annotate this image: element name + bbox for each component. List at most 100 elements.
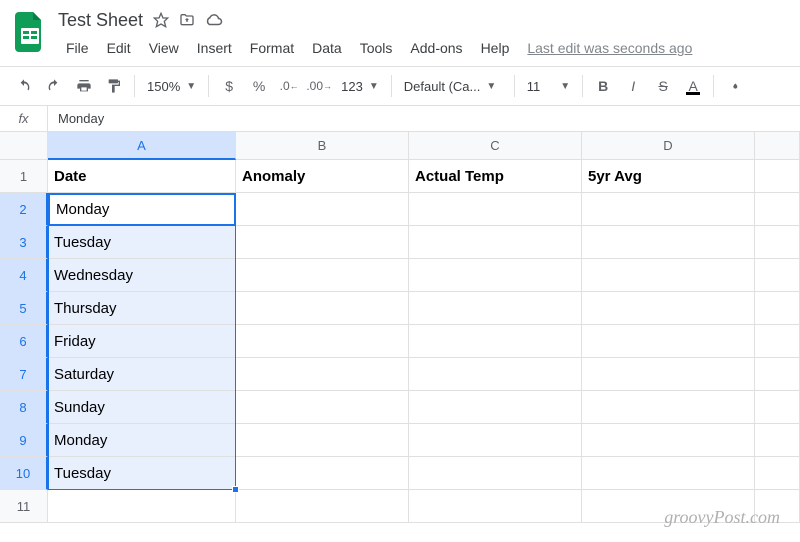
cell-C11[interactable]	[409, 490, 582, 523]
fill-color-button[interactable]	[720, 72, 748, 100]
cell-E11[interactable]	[755, 490, 800, 523]
menu-view[interactable]: View	[141, 36, 187, 60]
cell-D6[interactable]	[582, 325, 755, 358]
cloud-status-icon[interactable]	[205, 11, 223, 29]
cell-C7[interactable]	[409, 358, 582, 391]
row-header-3[interactable]: 3	[0, 226, 48, 259]
redo-button[interactable]	[40, 72, 68, 100]
row-header-8[interactable]: 8	[0, 391, 48, 424]
cell-A9[interactable]: Monday	[48, 424, 236, 457]
cell-A6[interactable]: Friday	[48, 325, 236, 358]
cell-C1[interactable]: Actual Temp	[409, 160, 582, 193]
select-all-corner[interactable]	[0, 132, 48, 160]
col-header-d[interactable]: D	[582, 132, 755, 160]
cell-E5[interactable]	[755, 292, 800, 325]
row-header-5[interactable]: 5	[0, 292, 48, 325]
row-header-2[interactable]: 2	[0, 193, 48, 226]
cell-B6[interactable]	[236, 325, 409, 358]
menu-format[interactable]: Format	[242, 36, 302, 60]
cell-B9[interactable]	[236, 424, 409, 457]
menu-data[interactable]: Data	[304, 36, 350, 60]
row-header-4[interactable]: 4	[0, 259, 48, 292]
cell-A5[interactable]: Thursday	[48, 292, 236, 325]
cell-E10[interactable]	[755, 457, 800, 490]
cell-B10[interactable]	[236, 457, 409, 490]
cell-C6[interactable]	[409, 325, 582, 358]
decrease-decimal-button[interactable]: .0←	[275, 72, 303, 100]
cell-E4[interactable]	[755, 259, 800, 292]
cell-A7[interactable]: Saturday	[48, 358, 236, 391]
font-size-select[interactable]: 11▼	[521, 72, 576, 100]
cell-E3[interactable]	[755, 226, 800, 259]
menu-file[interactable]: File	[58, 36, 97, 60]
cell-B2[interactable]	[236, 193, 409, 226]
cell-B8[interactable]	[236, 391, 409, 424]
row-header-9[interactable]: 9	[0, 424, 48, 457]
print-button[interactable]	[70, 72, 98, 100]
cell-E9[interactable]	[755, 424, 800, 457]
text-color-button[interactable]: A	[679, 72, 707, 100]
fx-input[interactable]: Monday	[48, 111, 800, 126]
cell-C4[interactable]	[409, 259, 582, 292]
cell-D7[interactable]	[582, 358, 755, 391]
col-header-e[interactable]	[755, 132, 800, 160]
percent-button[interactable]: %	[245, 72, 273, 100]
cell-B11[interactable]	[236, 490, 409, 523]
cell-D5[interactable]	[582, 292, 755, 325]
cell-D8[interactable]	[582, 391, 755, 424]
zoom-select[interactable]: 150%▼	[141, 72, 202, 100]
col-header-c[interactable]: C	[409, 132, 582, 160]
cell-A8[interactable]: Sunday	[48, 391, 236, 424]
font-select[interactable]: Default (Ca...▼	[398, 72, 508, 100]
cell-B3[interactable]	[236, 226, 409, 259]
cell-D2[interactable]	[582, 193, 755, 226]
cell-A11[interactable]	[48, 490, 236, 523]
paint-format-button[interactable]	[100, 72, 128, 100]
star-icon[interactable]	[153, 12, 169, 28]
cell-A1[interactable]: Date	[48, 160, 236, 193]
cell-D11[interactable]	[582, 490, 755, 523]
col-header-b[interactable]: B	[236, 132, 409, 160]
row-header-1[interactable]: 1	[0, 160, 48, 193]
cell-B5[interactable]	[236, 292, 409, 325]
row-header-11[interactable]: 11	[0, 490, 48, 523]
menu-addons[interactable]: Add-ons	[402, 36, 470, 60]
cell-A4[interactable]: Wednesday	[48, 259, 236, 292]
cell-B7[interactable]	[236, 358, 409, 391]
menu-edit[interactable]: Edit	[99, 36, 139, 60]
cell-B4[interactable]	[236, 259, 409, 292]
cell-C10[interactable]	[409, 457, 582, 490]
bold-button[interactable]: B	[589, 72, 617, 100]
move-folder-icon[interactable]	[179, 12, 195, 28]
currency-button[interactable]: $	[215, 72, 243, 100]
menu-tools[interactable]: Tools	[352, 36, 401, 60]
cell-C2[interactable]	[409, 193, 582, 226]
cell-A2[interactable]: Monday	[48, 193, 236, 226]
cell-D4[interactable]	[582, 259, 755, 292]
increase-decimal-button[interactable]: .00→	[305, 72, 333, 100]
row-header-7[interactable]: 7	[0, 358, 48, 391]
strikethrough-button[interactable]: S	[649, 72, 677, 100]
cell-C8[interactable]	[409, 391, 582, 424]
italic-button[interactable]: I	[619, 72, 647, 100]
cell-A10[interactable]: Tuesday	[48, 457, 236, 490]
cell-D9[interactable]	[582, 424, 755, 457]
undo-button[interactable]	[10, 72, 38, 100]
cell-E8[interactable]	[755, 391, 800, 424]
cell-E7[interactable]	[755, 358, 800, 391]
menu-help[interactable]: Help	[473, 36, 518, 60]
doc-title[interactable]: Test Sheet	[58, 10, 143, 31]
fill-handle[interactable]	[232, 486, 239, 493]
cell-B1[interactable]: Anomaly	[236, 160, 409, 193]
row-header-10[interactable]: 10	[0, 457, 48, 490]
last-edit-link[interactable]: Last edit was seconds ago	[527, 40, 692, 56]
cell-E6[interactable]	[755, 325, 800, 358]
cell-C9[interactable]	[409, 424, 582, 457]
cell-D10[interactable]	[582, 457, 755, 490]
format-select[interactable]: 123▼	[335, 72, 385, 100]
cell-A3[interactable]: Tuesday	[48, 226, 236, 259]
row-header-6[interactable]: 6	[0, 325, 48, 358]
menu-insert[interactable]: Insert	[189, 36, 240, 60]
cell-E1[interactable]	[755, 160, 800, 193]
cell-E2[interactable]	[755, 193, 800, 226]
